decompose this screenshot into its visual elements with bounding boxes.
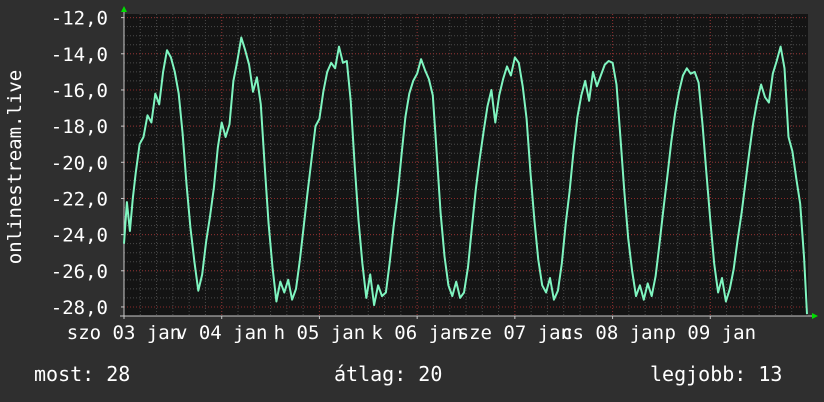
x-tick-label: szo 03 jan <box>67 322 181 344</box>
stat-best: legjobb: 13 <box>650 362 783 386</box>
y-tick-label: -22,0 <box>51 188 108 210</box>
y-tick-labels: -12,0 -14,0 -16,0 -18,0 -20,0 -22,0 -24,0 -26,0… <box>51 8 108 319</box>
x-tick-label: p 09 jan <box>665 322 757 344</box>
y-tick-label: -24,0 <box>51 225 108 247</box>
stat-current: most: 28 <box>34 362 131 386</box>
x-axis-arrow-icon <box>812 313 818 319</box>
x-tick-labels: szo 03 janv 04 jan h 05 jan k 06 jansze 07… <box>67 322 756 344</box>
x-tick-label: sze 07 jan <box>458 322 572 344</box>
x-tick-label: k 06 jan <box>371 322 463 344</box>
y-tick-label: -20,0 <box>51 152 108 174</box>
y-tick-label: -18,0 <box>51 116 108 138</box>
y-tick-label: -12,0 <box>51 8 108 30</box>
y-tick-label: -26,0 <box>51 261 108 283</box>
stat-average: átlag: 20 <box>334 362 443 386</box>
x-tick-label: v 04 jan <box>176 322 268 344</box>
y-tick-label: -28,0 <box>51 297 108 319</box>
x-tick-label: cs 08 jan <box>561 322 664 344</box>
chart: -12,0 -14,0 -16,0 -18,0 -20,0 -22,0 -24,0 -26,0… <box>4 6 818 344</box>
y-tick-label: -14,0 <box>51 44 108 66</box>
y-axis-arrow-icon <box>121 6 127 12</box>
x-tick-label: h 05 jan <box>274 322 366 344</box>
y-tick-label: -16,0 <box>51 80 108 102</box>
y-axis-label: onlinestream.live <box>4 70 26 264</box>
